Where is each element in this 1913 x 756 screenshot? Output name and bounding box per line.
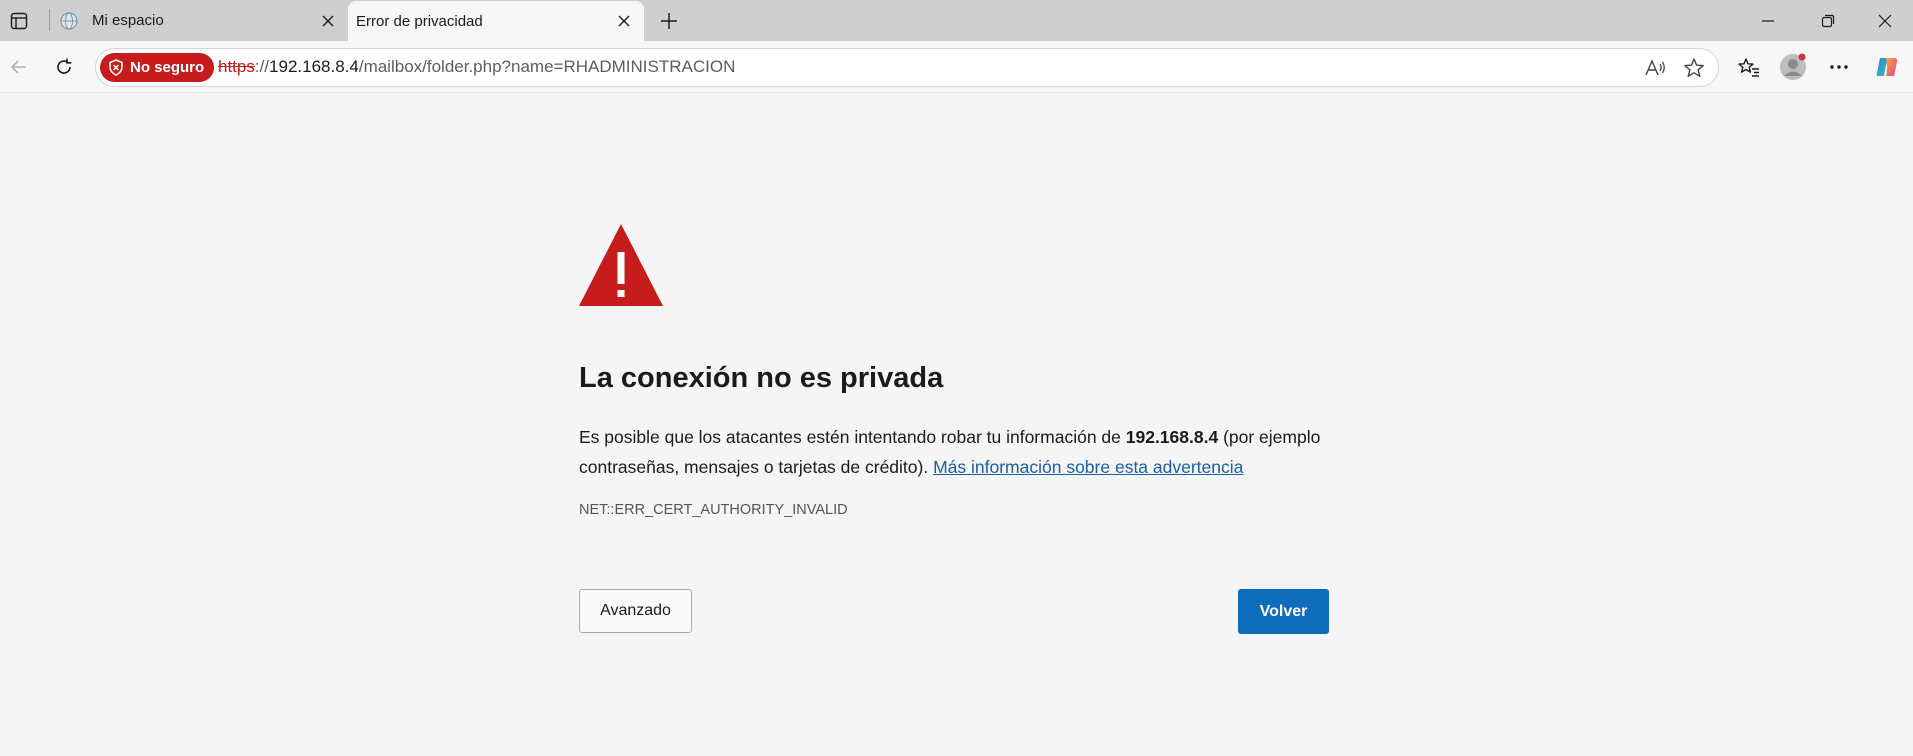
page-title: La conexión no es privada xyxy=(579,362,944,394)
error-description: Es posible que los atacantes estén inten… xyxy=(579,422,1339,482)
favorites-icon[interactable] xyxy=(1732,51,1766,83)
close-tab-icon[interactable] xyxy=(316,9,340,33)
globe-icon xyxy=(58,10,80,32)
url-host: 192.168.8.4 xyxy=(269,57,359,76)
not-secure-badge[interactable]: No seguro xyxy=(100,53,215,82)
copilot-icon[interactable] xyxy=(1870,51,1904,83)
read-aloud-icon[interactable] xyxy=(1641,54,1669,82)
tab-title: Error de privacidad xyxy=(356,12,483,30)
error-code: NET::ERR_CERT_AUTHORITY_INVALID xyxy=(579,502,848,518)
url-path: /mailbox/folder.php?name=RHADMINISTRACIO… xyxy=(358,57,736,76)
tab-title: Mi espacio xyxy=(92,12,164,29)
shield-warning-icon xyxy=(108,59,124,76)
refresh-icon[interactable] xyxy=(47,51,81,83)
tab-mi-espacio[interactable]: Mi espacio xyxy=(52,0,348,41)
description-text: Es posible que los atacantes estén inten… xyxy=(579,427,1126,447)
host-name: 192.168.8.4 xyxy=(1125,427,1219,447)
warning-triangle-icon xyxy=(578,222,664,313)
error-page: La conexión no es privada Es posible que… xyxy=(0,94,1913,756)
profile-avatar-icon[interactable] xyxy=(1776,51,1810,83)
tab-actions-icon[interactable] xyxy=(4,7,34,35)
restore-icon[interactable] xyxy=(1800,0,1856,41)
new-tab-icon[interactable] xyxy=(654,7,684,35)
minimize-icon[interactable] xyxy=(1740,0,1796,41)
url-scheme: https xyxy=(218,57,255,76)
close-tab-icon[interactable] xyxy=(612,9,636,33)
favorite-star-icon[interactable] xyxy=(1680,54,1708,82)
tab-separator xyxy=(49,9,50,31)
back-arrow-icon[interactable] xyxy=(2,51,36,83)
back-button[interactable]: Volver xyxy=(1238,589,1329,634)
url-separator: :// xyxy=(254,57,270,76)
url-text[interactable]: https://192.168.8.4/mailbox/folder.php?n… xyxy=(218,57,735,77)
tab-error-de-privacidad[interactable]: Error de privacidad xyxy=(348,1,644,41)
advanced-button[interactable]: Avanzado xyxy=(579,589,692,633)
tab-strip: Mi espacio Error de privacidad xyxy=(0,0,1913,41)
more-options-icon[interactable] xyxy=(1822,51,1856,83)
more-info-link[interactable]: Más información sobre esta advertencia xyxy=(933,457,1243,477)
close-window-icon[interactable] xyxy=(1857,0,1913,41)
address-bar[interactable]: No seguro https://192.168.8.4/mailbox/fo… xyxy=(95,48,1719,87)
browser-toolbar: No seguro https://192.168.8.4/mailbox/fo… xyxy=(0,41,1913,93)
security-label: No seguro xyxy=(130,59,205,76)
